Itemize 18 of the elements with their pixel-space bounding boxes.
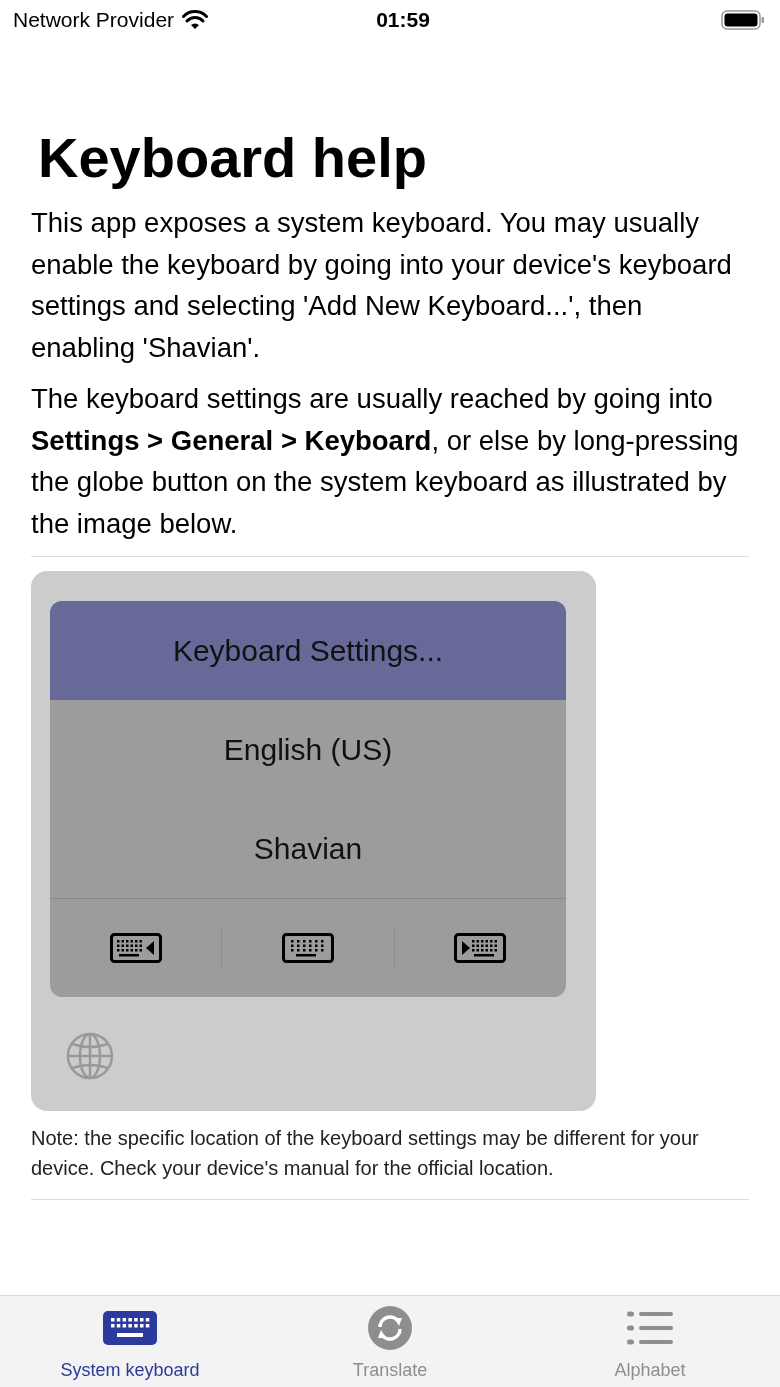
keyboard-icon [103, 1311, 157, 1345]
refresh-icon [368, 1306, 412, 1350]
battery-icon [721, 10, 765, 30]
body-paragraph: The keyboard settings are usually reached by going into Settings > General > Keyboard, or else by long-pressing the globe button on the system keyboard as illustrated by the image below. [31, 382, 740, 541]
menu-item[interactable]: Shavian [50, 799, 566, 898]
note-text: Note: the specific location of the keyboard settings may be different for your device. Check your device's manual for the official location. [31, 1126, 700, 1181]
keyboard-icon[interactable] [454, 933, 507, 963]
menu-item[interactable]: English (US) [50, 700, 566, 799]
carrier-name: Network Provider [13, 7, 175, 34]
keyboard-icon[interactable] [282, 933, 334, 963]
keyboard-icon[interactable] [109, 933, 162, 963]
list-icon [627, 1310, 673, 1346]
menu-item[interactable]: Keyboard Settings... [50, 601, 566, 700]
tab[interactable]: System keyboard [0, 1296, 260, 1386]
clock-time: 01:59 [375, 7, 431, 34]
page-title: Keyboard help [38, 126, 428, 190]
body-paragraph: This app exposes a system keyboard. You may usually enable the keyboard by going into your device's keyboard settings and selecting 'Add New Keyboard...', then enabling 'Shavian'. [31, 206, 733, 365]
wifi-icon [182, 10, 209, 30]
